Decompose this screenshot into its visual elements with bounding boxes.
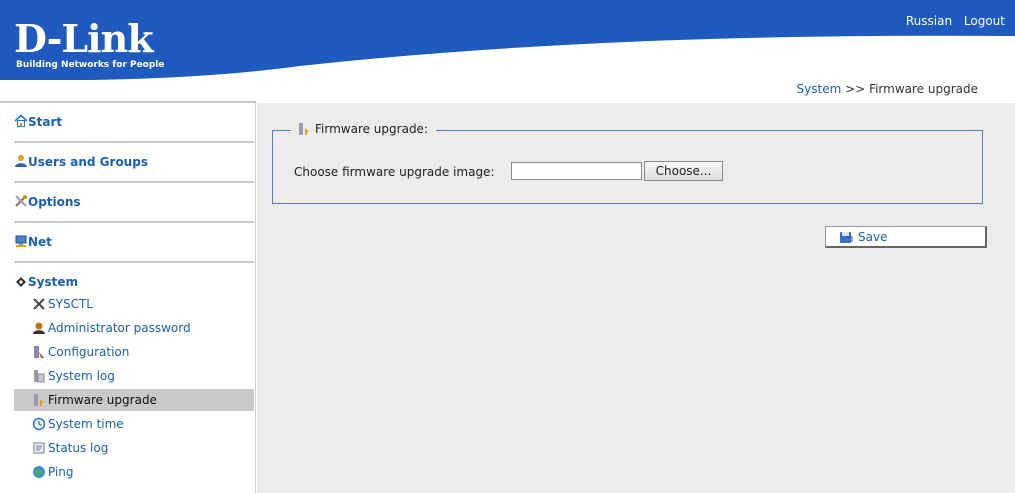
- sidebar-subitem-system-time[interactable]: System time: [14, 413, 254, 435]
- breadcrumb-separator: >>: [845, 82, 866, 96]
- sidebar-item-net[interactable]: Net: [14, 223, 254, 261]
- sidebar-item-options[interactable]: Options: [14, 183, 254, 221]
- gear-icon: [14, 274, 28, 288]
- choose-file-button[interactable]: Choose...: [644, 161, 723, 181]
- sidebar-item-users-and-groups[interactable]: Users and Groups: [14, 143, 254, 181]
- sidebar-subitem-system-log[interactable]: System log: [14, 365, 254, 387]
- users-icon: [14, 154, 28, 168]
- sidebar-subitem-label: Status log: [48, 441, 109, 455]
- breadcrumb-current: Firmware upgrade: [869, 82, 978, 96]
- dlink-logo: D-Link Building Networks for People: [14, 16, 165, 71]
- sidebar-subitem-sysctl[interactable]: SYSCTL: [14, 293, 254, 315]
- legend-label: Firmware upgrade:: [315, 122, 428, 136]
- sidebar-subitem-ping[interactable]: Ping: [14, 461, 254, 483]
- sidebar-subitem-label: System time: [48, 417, 124, 431]
- top-links: Russian Logout: [898, 14, 1005, 28]
- sidebar-item-label: Net: [28, 235, 52, 249]
- save-icon: [838, 229, 854, 245]
- status-log-icon: [32, 441, 46, 455]
- sidebar-item-label: Options: [28, 195, 81, 209]
- admin-user-icon: [32, 321, 46, 335]
- sidebar-subitem-configuration[interactable]: Configuration: [14, 341, 254, 363]
- sidebar-item-label: System: [28, 275, 78, 289]
- configuration-icon: [32, 345, 46, 359]
- breadcrumb: System >> Firmware upgrade: [797, 82, 978, 96]
- sidebar-item-label: Users and Groups: [28, 155, 148, 169]
- sidebar-subitem-label: System log: [48, 369, 115, 383]
- sidebar-item-start[interactable]: Start: [14, 103, 254, 141]
- sidebar-subitem-administrator-password[interactable]: Administrator password: [14, 317, 254, 339]
- choose-image-label: Choose firmware upgrade image:: [294, 165, 495, 179]
- main-panel: Firmware upgrade: Choose firmware upgrad…: [257, 103, 1015, 493]
- sidebar-subitem-label: Configuration: [48, 345, 130, 359]
- firmware-upgrade-fieldset: Firmware upgrade: Choose firmware upgrad…: [272, 122, 983, 204]
- logout-link[interactable]: Logout: [964, 14, 1005, 28]
- logo-tagline: Building Networks for People: [16, 60, 165, 70]
- sidebar-subitem-label: Administrator password: [48, 321, 191, 335]
- sidebar-subitem-label: Ping: [48, 465, 74, 479]
- logo-text: D-Link: [14, 16, 154, 61]
- ping-icon: [32, 465, 46, 479]
- fieldset-legend: Firmware upgrade:: [291, 122, 436, 136]
- save-button-label: Save: [858, 229, 888, 244]
- firmware-file-input[interactable]: [511, 162, 642, 180]
- save-button[interactable]: Save: [825, 226, 987, 248]
- network-icon: [14, 234, 28, 248]
- firmware-icon: [32, 393, 46, 407]
- breadcrumb-system-link[interactable]: System: [797, 82, 842, 96]
- sidebar-subitem-firmware-upgrade[interactable]: Firmware upgrade: [14, 389, 254, 411]
- sidebar: Start Users and Groups Options Net Syste…: [0, 101, 256, 493]
- russian-link[interactable]: Russian: [906, 14, 952, 28]
- tools-icon: [14, 194, 28, 208]
- sidebar-subitem-status-log[interactable]: Status log: [14, 437, 254, 459]
- wrench-icon: [32, 297, 46, 311]
- firmware-icon: [297, 122, 311, 136]
- clock-icon: [32, 417, 46, 431]
- sidebar-subitem-label: Firmware upgrade: [48, 393, 157, 407]
- home-icon: [14, 114, 28, 128]
- log-icon: [32, 369, 46, 383]
- sidebar-item-label: Start: [28, 115, 63, 129]
- sidebar-subitem-label: SYSCTL: [48, 297, 93, 311]
